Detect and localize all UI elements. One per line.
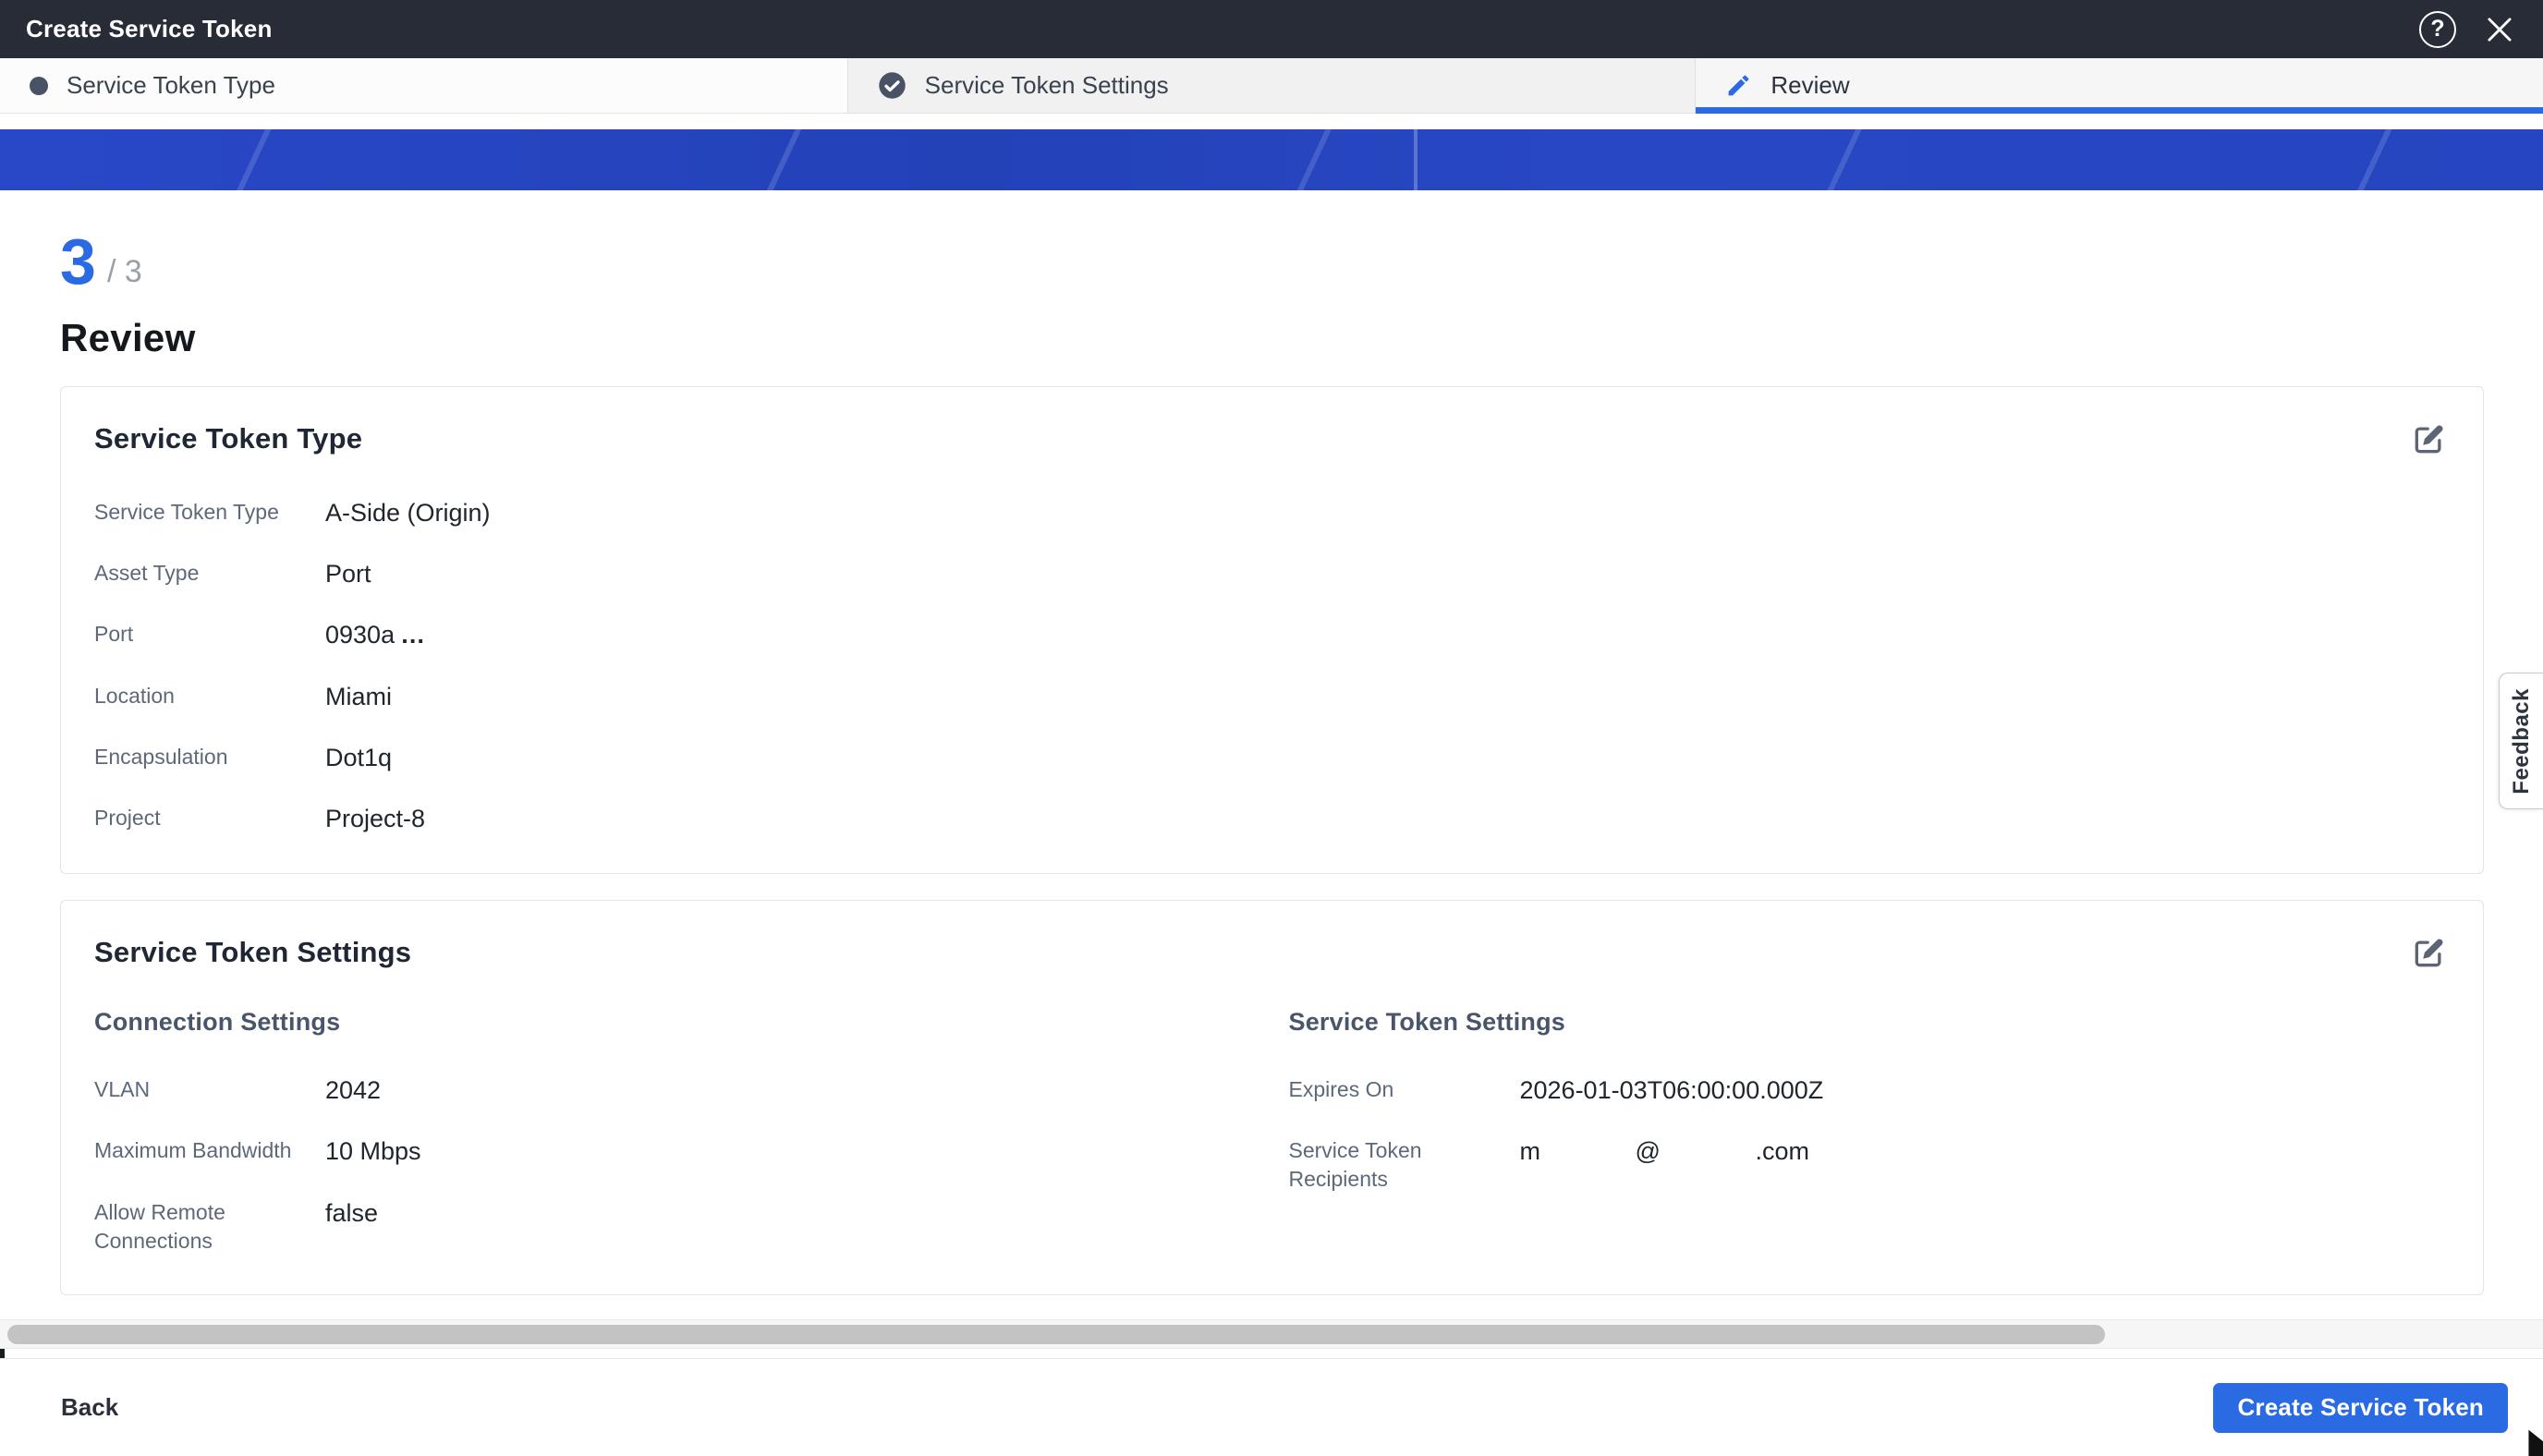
card-service-token-type: Service Token Type Service Token Type A-… <box>60 385 2484 874</box>
card-title: Service Token Settings <box>94 935 412 968</box>
dialog-footer: Back Create Service Token <box>0 1358 2543 1456</box>
review-content: 3 / 3 Review Service Token Type Service … <box>0 190 2543 1319</box>
review-row-recipients: Service Token Recipients m @ .com <box>1289 1136 2447 1194</box>
step-label: Service Token Type <box>67 71 275 99</box>
row-label: Encapsulation <box>94 745 228 770</box>
back-button[interactable]: Back <box>61 1393 118 1422</box>
row-label: Port <box>94 622 134 647</box>
card-service-token-settings: Service Token Settings Connection Settin… <box>60 899 2484 1295</box>
recipient-part: @ <box>1635 1137 1661 1166</box>
row-value: A-Side (Origin) <box>325 498 491 527</box>
row-label: Maximum Bandwidth <box>94 1138 292 1163</box>
row-value: 10 Mbps <box>325 1137 421 1166</box>
row-value: false <box>325 1198 379 1227</box>
recipient-part: m <box>1519 1137 1541 1166</box>
step-tab-service-token-type[interactable]: Service Token Type <box>0 58 848 113</box>
check-circle-icon <box>878 72 906 99</box>
token-settings-column: Service Token Settings Expires On 2026-0… <box>1289 1008 2447 1256</box>
review-row-asset-type: Asset Type Port <box>94 559 2446 588</box>
help-icon[interactable]: ? <box>2419 10 2456 48</box>
truncation-ellipsis: … <box>400 621 426 649</box>
horizontal-scrollbar[interactable] <box>0 1319 2543 1349</box>
row-value: Miami <box>325 682 392 710</box>
review-row-location: Location Miami <box>94 682 2446 711</box>
review-row-expires-on: Expires On 2026-01-03T06:00:00.000Z <box>1289 1075 2447 1105</box>
row-value: 2042 <box>325 1075 382 1104</box>
horizontal-scrollbar-thumb[interactable] <box>7 1325 2105 1344</box>
row-value: Port <box>325 559 371 588</box>
review-row-allow-remote: Allow Remote Connections false <box>94 1198 1252 1256</box>
review-row-max-bandwidth: Maximum Bandwidth 10 Mbps <box>94 1136 1252 1166</box>
help-glyph: ? <box>2430 16 2445 42</box>
dot-icon <box>30 76 48 95</box>
recipient-part: .com <box>1755 1137 1809 1166</box>
row-value: Project-8 <box>325 805 426 833</box>
step-progress: 3 / 3 <box>60 225 2484 297</box>
create-service-token-button[interactable]: Create Service Token <box>2213 1382 2508 1433</box>
connection-settings-column: Connection Settings VLAN 2042 Maximum Ba… <box>94 1008 1252 1256</box>
page-title: Review <box>60 315 196 359</box>
dialog-titlebar: Create Service Token ? <box>0 0 2543 58</box>
card-header: Service Token Settings <box>94 936 2446 971</box>
review-row-service-token-type: Service Token Type A-Side (Origin) <box>94 498 2446 528</box>
step-label: Review <box>1770 71 1850 99</box>
row-value: Dot1q <box>325 744 393 772</box>
row-label: Asset Type <box>94 560 200 585</box>
card-header: Service Token Type <box>94 422 2446 457</box>
settings-columns: Connection Settings VLAN 2042 Maximum Ba… <box>94 1008 2446 1256</box>
close-icon[interactable] <box>2482 12 2517 47</box>
row-label: Project <box>94 806 161 831</box>
feedback-tab[interactable]: Feedback <box>2499 673 2543 809</box>
card-title: Service Token Type <box>94 421 363 455</box>
step-progress-current: 3 <box>60 225 96 297</box>
step-tab-review[interactable]: Review <box>1696 58 2543 114</box>
feedback-tab-label: Feedback <box>2508 687 2534 795</box>
review-row-encapsulation: Encapsulation Dot1q <box>94 743 2446 772</box>
review-row-vlan: VLAN 2042 <box>94 1075 1252 1105</box>
review-row-project: Project Project-8 <box>94 804 2446 833</box>
step-progress-total: / 3 <box>106 254 142 290</box>
edit-square-icon[interactable] <box>2411 936 2446 971</box>
step-label: Service Token Settings <box>924 71 1169 99</box>
row-label: Service Token Recipients <box>1288 1138 1422 1192</box>
create-service-token-dialog: Create Service Token ? Service Token Typ… <box>0 0 2543 1456</box>
review-row-port: Port 0930a… <box>94 620 2446 649</box>
row-label: Service Token Type <box>94 499 279 524</box>
row-value: m @ .com <box>1520 1136 2447 1166</box>
column-subtitle: Connection Settings <box>94 1007 341 1036</box>
step-tab-service-token-settings[interactable]: Service Token Settings <box>847 58 1697 113</box>
row-label: Allow Remote Connections <box>94 1199 225 1253</box>
row-value: 0930a… <box>325 621 426 649</box>
titlebar-actions: ? <box>2419 10 2517 48</box>
review-rows: Service Token Type A-Side (Origin) Asset… <box>94 498 2446 834</box>
row-label: Location <box>94 683 175 708</box>
row-label: VLAN <box>94 1076 151 1101</box>
hero-banner <box>0 129 2543 190</box>
dialog-title: Create Service Token <box>26 15 273 42</box>
pencil-icon <box>1728 75 1749 96</box>
row-label: Expires On <box>1288 1076 1394 1101</box>
wizard-steps: Service Token Type Service Token Setting… <box>0 58 2543 114</box>
row-value: 2026-01-03T06:00:00.000Z <box>1519 1075 1824 1104</box>
edit-square-icon[interactable] <box>2411 422 2446 457</box>
column-subtitle: Service Token Settings <box>1288 1007 1566 1036</box>
